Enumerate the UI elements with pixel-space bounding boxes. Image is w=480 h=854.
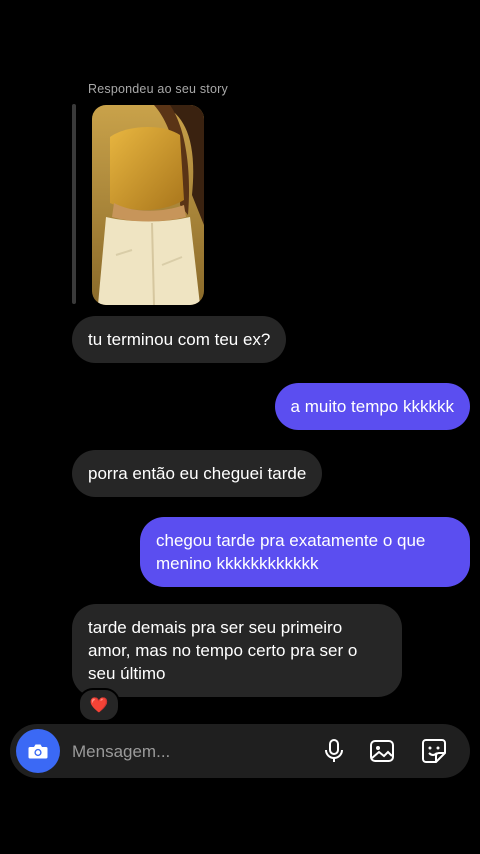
- story-thumbnail[interactable]: [92, 105, 204, 305]
- heart-icon: ❤️: [89, 697, 109, 714]
- story-reply-bar: [72, 104, 76, 304]
- message-bubble-incoming[interactable]: tarde demais pra ser seu primeiro amor, …: [72, 604, 402, 697]
- camera-button[interactable]: [16, 729, 60, 773]
- message-bubble-outgoing[interactable]: a muito tempo kkkkkk: [274, 383, 470, 430]
- message-bubble-outgoing[interactable]: chegou tarde pra exatamente o que menino…: [140, 517, 470, 587]
- sticker-icon[interactable]: [420, 737, 448, 765]
- message-composer: [10, 724, 470, 780]
- gallery-icon[interactable]: [368, 737, 396, 765]
- microphone-icon[interactable]: [320, 737, 348, 765]
- message-bubble-incoming[interactable]: tu terminou com teu ex?: [72, 316, 287, 363]
- story-reply-label: Respondeu ao seu story: [88, 82, 228, 96]
- heart-reaction[interactable]: ❤️: [78, 688, 120, 722]
- message-input[interactable]: [70, 724, 314, 780]
- camera-icon: [28, 744, 48, 759]
- message-bubble-incoming[interactable]: porra então eu cheguei tarde: [72, 450, 323, 497]
